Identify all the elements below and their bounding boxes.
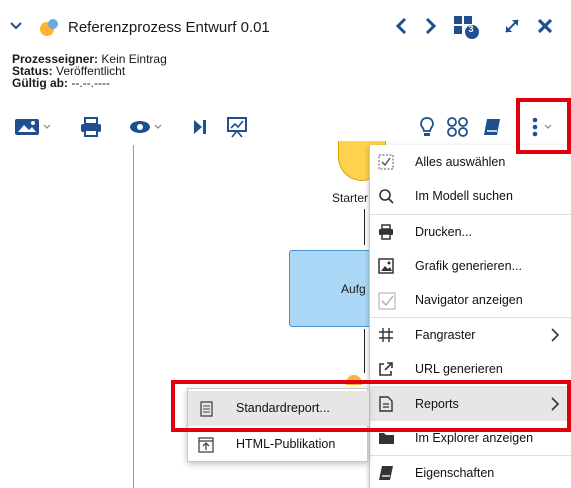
- view-dropdown-button[interactable]: [128, 116, 164, 138]
- menu-item-generate-graphic[interactable]: Grafik generieren...: [370, 249, 571, 283]
- menu-item-label: Eigenschaften: [415, 466, 495, 480]
- menu-item-print[interactable]: Drucken...: [370, 215, 571, 249]
- highlight-reports-row: [171, 380, 571, 432]
- highlight-more-button: [516, 98, 571, 154]
- menu-item-properties[interactable]: Eigenschaften: [370, 456, 571, 488]
- step-forward-icon[interactable]: [192, 116, 208, 138]
- next-icon[interactable]: [424, 16, 438, 39]
- meta-valid: Gültig ab: --.--.----: [12, 77, 167, 89]
- window-title: Referenzprozess Entwurf 0.01: [68, 19, 270, 36]
- start-event-label: Starter: [332, 191, 369, 205]
- window-count-badge: 3: [468, 24, 474, 34]
- header: Referenzprozess Entwurf 0.01 3 Prozessei…: [0, 0, 571, 142]
- checkbox-icon: [378, 292, 396, 310]
- image-dropdown-button[interactable]: [14, 116, 54, 138]
- connector-line-2: [364, 329, 365, 373]
- previous-icon[interactable]: [394, 16, 408, 39]
- book-icon[interactable]: [482, 116, 502, 138]
- connector-line: [364, 209, 365, 245]
- menu-item-label: Im Explorer anzeigen: [415, 431, 534, 445]
- grid-icon: [378, 327, 394, 343]
- menu-item-snap-grid[interactable]: Fangraster: [370, 318, 571, 352]
- expand-icon[interactable]: [502, 16, 522, 39]
- menu-item-label: Navigator anzeigen: [415, 293, 523, 307]
- menu-item-label: Drucken...: [415, 225, 472, 239]
- submenu-item-label: HTML-Publikation: [236, 437, 336, 451]
- menu-item-label: Grafik generieren...: [415, 259, 522, 273]
- image-icon: [378, 258, 394, 274]
- process-icon: [38, 18, 60, 38]
- task-label: Aufg: [341, 282, 366, 296]
- context-menu: Alles auswählen Im Modell suchen Drucken…: [369, 145, 571, 488]
- search-icon: [378, 188, 394, 204]
- print-icon[interactable]: [80, 116, 102, 138]
- submenu-arrow-icon: [550, 327, 560, 346]
- menu-item-label: Fangraster: [415, 328, 476, 342]
- folder-icon: [378, 430, 394, 446]
- process-meta: Prozesseigner: Kein Eintrag Status: Verö…: [12, 53, 167, 89]
- lightbulb-icon[interactable]: [419, 116, 435, 138]
- html-export-icon: [198, 437, 214, 453]
- submenu-item-html-publication[interactable]: HTML-Publikation: [188, 427, 369, 462]
- lane-divider: [133, 145, 134, 488]
- bubbles-icon[interactable]: [446, 116, 470, 138]
- collapse-chevron-icon[interactable]: [10, 20, 22, 34]
- meta-valid-value: --.--.----: [71, 76, 110, 90]
- menu-item-search-model[interactable]: Im Modell suchen: [370, 179, 571, 213]
- meta-valid-label: Gültig ab:: [12, 76, 68, 90]
- close-icon[interactable]: [537, 18, 553, 37]
- external-link-icon: [378, 361, 394, 377]
- menu-item-label: Im Modell suchen: [415, 189, 513, 203]
- toolbar: [0, 110, 571, 144]
- menu-item-show-navigator[interactable]: Navigator anzeigen: [370, 283, 571, 317]
- book-icon: [378, 465, 394, 481]
- presentation-icon[interactable]: [226, 116, 248, 138]
- menu-item-label: URL generieren: [415, 362, 503, 376]
- menu-item-label: Alles auswählen: [415, 155, 506, 169]
- select-all-icon: [378, 154, 394, 170]
- printer-icon: [378, 224, 394, 240]
- title-row: Referenzprozess Entwurf 0.01 3: [0, 0, 571, 52]
